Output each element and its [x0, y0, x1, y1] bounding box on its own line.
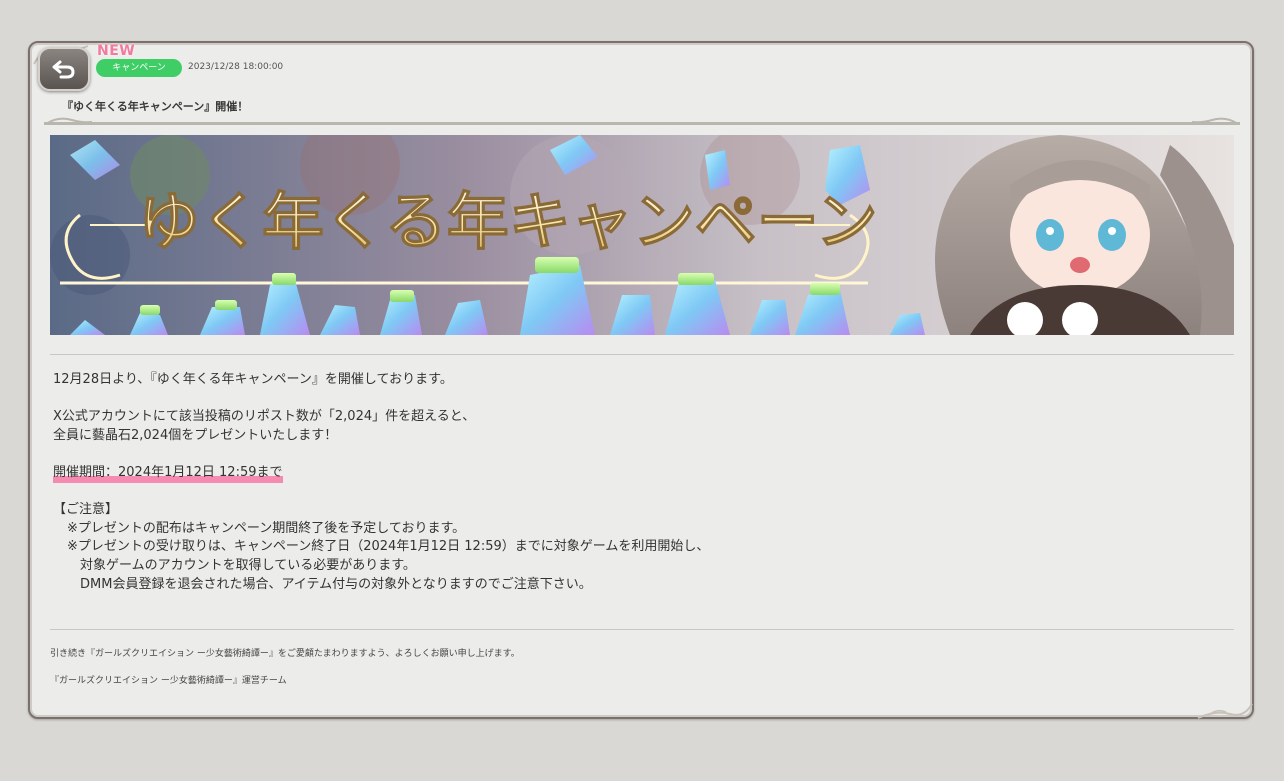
footer-signature: 『ガールズクリエイション ー少女藝術綺譚ー』運営チーム: [50, 676, 287, 686]
campaign-banner: ゆく年くる年キャンペーン: [50, 135, 1234, 335]
banner-illustration: ゆく年くる年キャンペーン: [50, 135, 1234, 335]
notice-item: 対象ゲームのアカウントを取得している必要があります。: [80, 557, 416, 573]
post-date: 2023/12/28 18:00:00: [188, 62, 284, 72]
divider-ornament-icon: [45, 117, 93, 125]
category-badge: キャンペーン: [96, 59, 182, 77]
footer-divider: [50, 629, 1234, 630]
divider-ornament-icon: [1191, 117, 1239, 125]
notice-body: 12月28日より、『ゆく年くる年キャンペーン』を開催しております。 X公式アカウ…: [53, 371, 953, 594]
new-badge: NEW: [97, 43, 136, 59]
body-line: 全員に藝晶石2,024個をプレゼントいたします！: [53, 427, 338, 443]
back-arrow-icon: [52, 60, 75, 79]
character-illustration: [935, 135, 1234, 335]
back-button[interactable]: [38, 47, 90, 91]
event-period: 開催期間：2024年1月12日 12:59まで: [53, 463, 283, 483]
corner-ornament-icon: [1197, 703, 1253, 719]
notice-item: ※プレゼントの受け取りは、キャンペーン終了日（2024年1月12日 12:59）…: [67, 539, 710, 555]
notice-heading: 【ご注意】: [53, 502, 119, 518]
body-line: X公式アカウントにて該当投稿のリポスト数が「2,024」件を超えると、: [53, 409, 476, 425]
footer-message: 引き続き『ガールズクリエイション ー少女藝術綺譚ー』をご愛顧たまわりますよう、よ…: [50, 649, 520, 659]
body-line: 12月28日より、『ゆく年くる年キャンペーン』を開催しております。: [53, 372, 453, 387]
banner-divider: [50, 354, 1234, 355]
notice-item: DMM会員登録を退会された場合、アイテム付与の対象外となりますのでご注意下さい。: [80, 576, 592, 592]
title-divider: [44, 122, 1240, 125]
banner-title: ゆく年くる年キャンペーン: [138, 185, 878, 258]
notice-title: 『ゆく年くる年キャンペーン』開催！: [62, 100, 249, 113]
notice-item: ※プレゼントの配布はキャンペーン期間終了後を予定しております。: [67, 520, 466, 536]
